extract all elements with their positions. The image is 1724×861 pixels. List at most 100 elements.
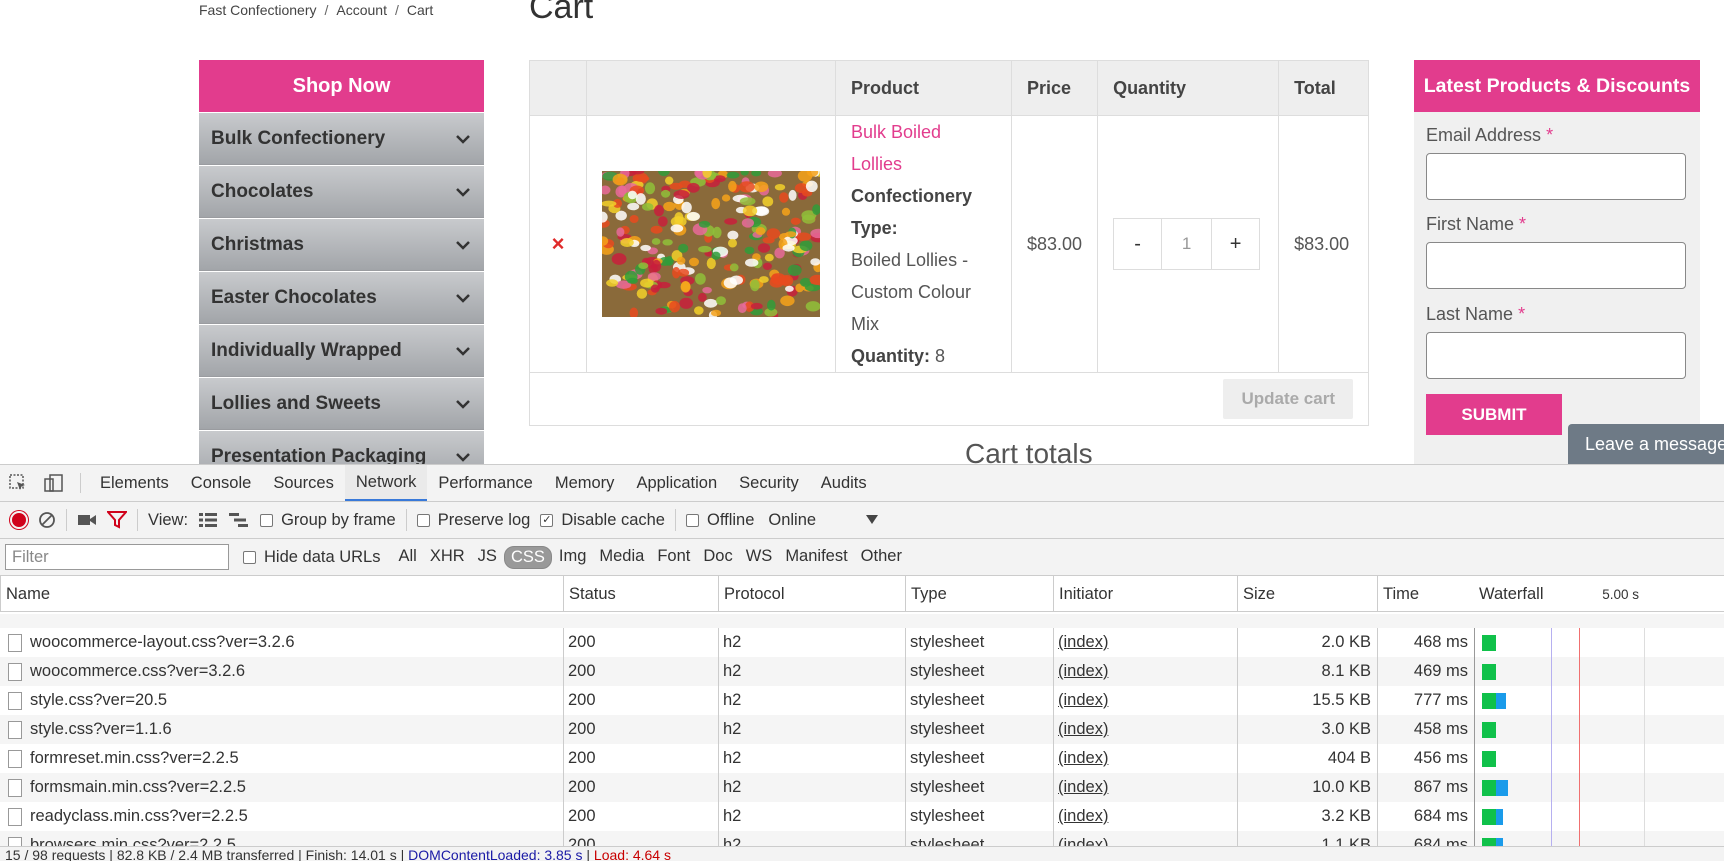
device-toolbar-icon[interactable] (36, 465, 72, 501)
tab-elements[interactable]: Elements (89, 465, 180, 501)
sidebar-item-category[interactable]: Chocolates (199, 166, 484, 218)
group-by-frame-checkbox[interactable] (260, 513, 274, 527)
filter-type-all[interactable]: All (392, 546, 422, 569)
request-status: 200 (568, 749, 596, 767)
request-size: 1.1 KB (1321, 836, 1371, 846)
offline-checkbox[interactable] (685, 513, 699, 527)
column-header-name[interactable]: Name (0, 576, 563, 612)
tab-memory[interactable]: Memory (544, 465, 626, 501)
tab-application[interactable]: Application (625, 465, 728, 501)
filter-type-xhr[interactable]: XHR (424, 546, 471, 569)
update-cart-button[interactable]: Update cart (1223, 379, 1353, 419)
filter-input[interactable]: Filter (5, 544, 229, 570)
hide-data-urls-checkbox[interactable] (243, 550, 256, 564)
sidebar-item-category[interactable]: Christmas (199, 219, 484, 271)
document-icon (8, 691, 22, 710)
category-list: Bulk Confectionery Chocolates Christmas Eas… (199, 113, 484, 464)
filter-type-font[interactable]: Font (651, 546, 696, 569)
table-row[interactable]: browsers.min.css?ver=2.2.5 200 h2 styleshee… (0, 831, 1724, 846)
request-initiator-link[interactable]: (index) (1058, 807, 1108, 826)
filter-type-doc[interactable]: Doc (697, 546, 738, 569)
screenshot-camera-icon[interactable] (77, 513, 97, 527)
tab-sources[interactable]: Sources (262, 465, 345, 501)
filter-type-manifest[interactable]: Manifest (779, 546, 853, 569)
first-name-input[interactable] (1426, 242, 1686, 289)
status-dcl: DOMContentLoaded: 3.85 s (408, 847, 583, 861)
filter-type-js[interactable]: JS (472, 546, 503, 569)
column-header-status[interactable]: Status (563, 576, 718, 612)
column-header-time[interactable]: Time (1377, 576, 1474, 612)
request-initiator-link[interactable]: (index) (1058, 749, 1108, 768)
table-row[interactable]: formsmain.min.css?ver=2.2.5 200 h2 styleshe… (0, 773, 1724, 802)
sidebar-item-category[interactable]: Presentation Packaging (199, 431, 484, 464)
waterfall-bar-wait (1482, 693, 1496, 709)
preserve-log-label: Preserve log (437, 510, 531, 529)
tab-security[interactable]: Security (728, 465, 810, 501)
waterfall-bar-wait (1482, 635, 1496, 651)
table-row[interactable]: style.css?ver=1.1.6 200 h2 stylesheet (index… (0, 715, 1724, 744)
disable-cache-label: Disable cache (561, 510, 665, 529)
quantity-minus-button[interactable]: - (1114, 219, 1163, 269)
breadcrumb-home[interactable]: Fast Confectionery (199, 2, 317, 18)
sidebar-item-category[interactable]: Bulk Confectionery (199, 113, 484, 165)
filter-type-other[interactable]: Other (855, 546, 908, 569)
column-header-initiator[interactable]: Initiator (1053, 576, 1237, 612)
leave-message-button[interactable]: Leave a message (1568, 424, 1724, 464)
clear-icon[interactable] (38, 511, 56, 529)
cart-header-thumb (586, 60, 836, 116)
request-initiator-link[interactable]: (index) (1058, 633, 1108, 652)
sidebar-item-category[interactable]: Individually Wrapped (199, 325, 484, 377)
product-thumbnail[interactable] (602, 171, 820, 317)
request-protocol: h2 (723, 720, 742, 738)
quantity-stepper: - 1 + (1113, 218, 1261, 270)
filter-type-img[interactable]: Img (553, 546, 593, 569)
status-requests: 15 / 98 requests (5, 847, 106, 861)
inspect-element-icon[interactable] (0, 465, 36, 501)
large-rows-icon[interactable] (198, 512, 218, 528)
request-protocol: h2 (723, 749, 742, 767)
table-row[interactable]: formreset.min.css?ver=2.2.5 200 h2 styleshe… (0, 744, 1724, 773)
table-row[interactable]: woocommerce-layout.css?ver=3.2.6 200 h2 sty… (0, 628, 1724, 657)
tab-network[interactable]: Network (344, 465, 428, 501)
column-header-protocol[interactable]: Protocol (718, 576, 905, 612)
cart-header-total: Total (1278, 60, 1369, 116)
tab-console[interactable]: Console (180, 465, 263, 501)
disable-cache-checkbox[interactable]: ✓ (540, 513, 554, 527)
filter-type-media[interactable]: Media (593, 546, 650, 569)
quantity-input[interactable]: 1 (1162, 219, 1211, 269)
item-price: $83.00 (1010, 115, 1099, 373)
preserve-log-checkbox[interactable] (416, 513, 430, 527)
column-header-waterfall[interactable]: Waterfall (1474, 576, 1724, 612)
column-header-type[interactable]: Type (905, 576, 1053, 612)
sidebar-item-category[interactable]: Lollies and Sweets (199, 378, 484, 430)
filter-type-ws[interactable]: WS (740, 546, 779, 569)
breadcrumb-account[interactable]: Account (336, 2, 387, 18)
last-name-input[interactable] (1426, 332, 1686, 379)
table-row[interactable]: style.css?ver=20.5 200 h2 stylesheet (index)… (0, 686, 1724, 715)
overview-icon[interactable] (228, 512, 250, 528)
sidebar-item-category[interactable]: Easter Chocolates (199, 272, 484, 324)
tab-performance[interactable]: Performance (427, 465, 543, 501)
page-title: Cart (529, 0, 594, 26)
record-icon[interactable] (10, 511, 28, 529)
request-initiator-link[interactable]: (index) (1058, 836, 1108, 846)
submit-button[interactable]: SUBMIT (1426, 394, 1562, 435)
tab-audits[interactable]: Audits (810, 465, 878, 501)
first-name-label-text: First Name (1426, 214, 1515, 234)
product-name-link[interactable]: Bulk Boiled Lollies (851, 116, 996, 180)
filter-type-css[interactable]: CSS (503, 545, 552, 569)
table-row[interactable]: woocommerce.css?ver=3.2.6 200 h2 stylesheet… (0, 657, 1724, 686)
request-initiator-link[interactable]: (index) (1058, 691, 1108, 710)
network-grid-header: Waterfall Time Size Initiator Type Protocol St… (0, 576, 1724, 612)
email-input[interactable] (1426, 153, 1686, 200)
throttling-select[interactable]: Online (768, 511, 879, 530)
request-initiator-link[interactable]: (index) (1058, 778, 1108, 797)
column-header-size[interactable]: Size (1237, 576, 1377, 612)
request-initiator-link[interactable]: (index) (1058, 662, 1108, 681)
request-protocol: h2 (723, 778, 742, 796)
table-row[interactable]: readyclass.min.css?ver=2.2.5 200 h2 stylesh… (0, 802, 1724, 831)
filter-funnel-icon[interactable] (107, 511, 127, 529)
request-initiator-link[interactable]: (index) (1058, 720, 1108, 739)
quantity-plus-button[interactable]: + (1211, 219, 1259, 269)
remove-item-icon[interactable]: × (530, 231, 586, 257)
